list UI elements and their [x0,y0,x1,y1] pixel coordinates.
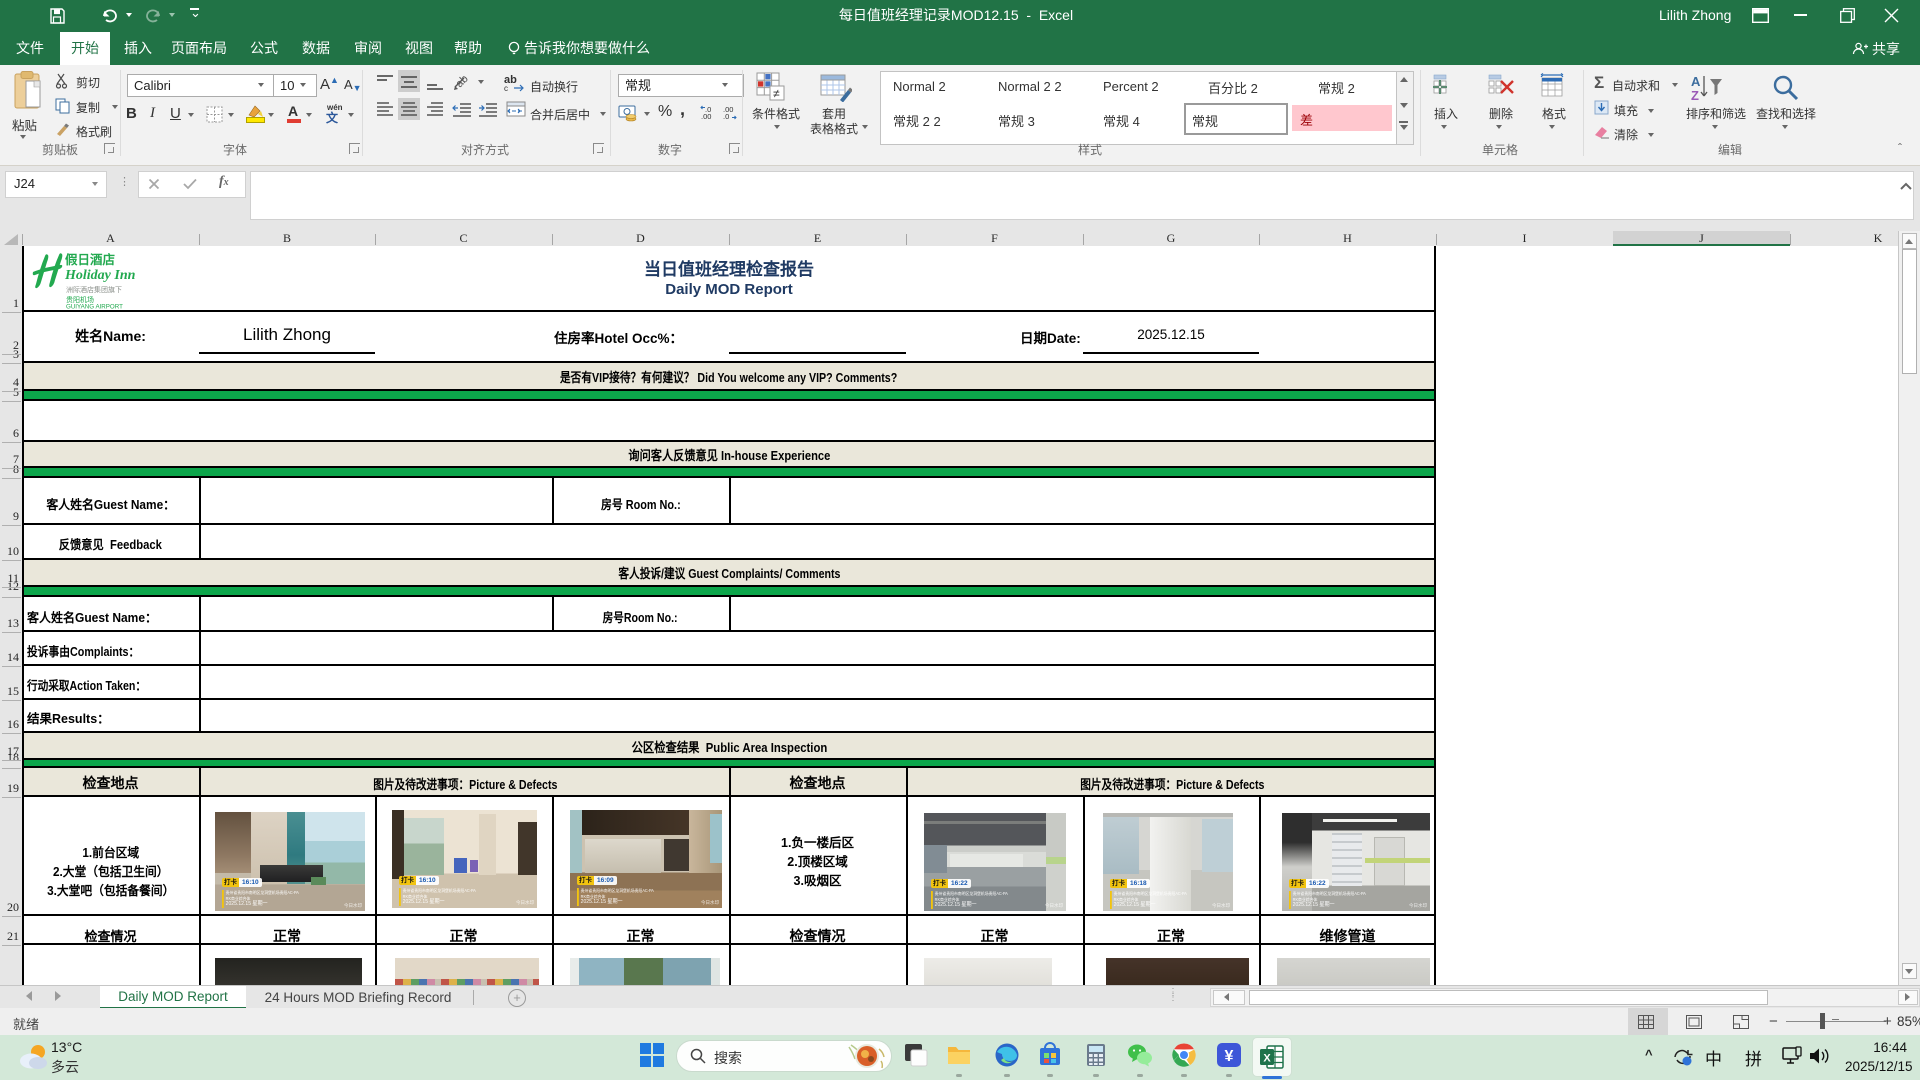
svg-text:.0: .0 [723,112,729,120]
svg-text:假日酒店: 假日酒店 [65,252,116,267]
svg-text:X: X [1263,1053,1271,1065]
svg-text:Z: Z [1691,88,1699,103]
svg-text:c: c [504,84,508,92]
svg-text:.00: .00 [701,112,711,120]
svg-text:洲际酒店集团旗下: 洲际酒店集团旗下 [66,285,122,294]
svg-text:Holiday Inn: Holiday Inn [64,268,136,283]
svg-text:GUIYANG AIRPORT: GUIYANG AIRPORT [66,304,123,311]
svg-text:¥: ¥ [1225,1048,1234,1065]
svg-text:A: A [1691,74,1701,89]
svg-text:≠: ≠ [773,87,780,101]
